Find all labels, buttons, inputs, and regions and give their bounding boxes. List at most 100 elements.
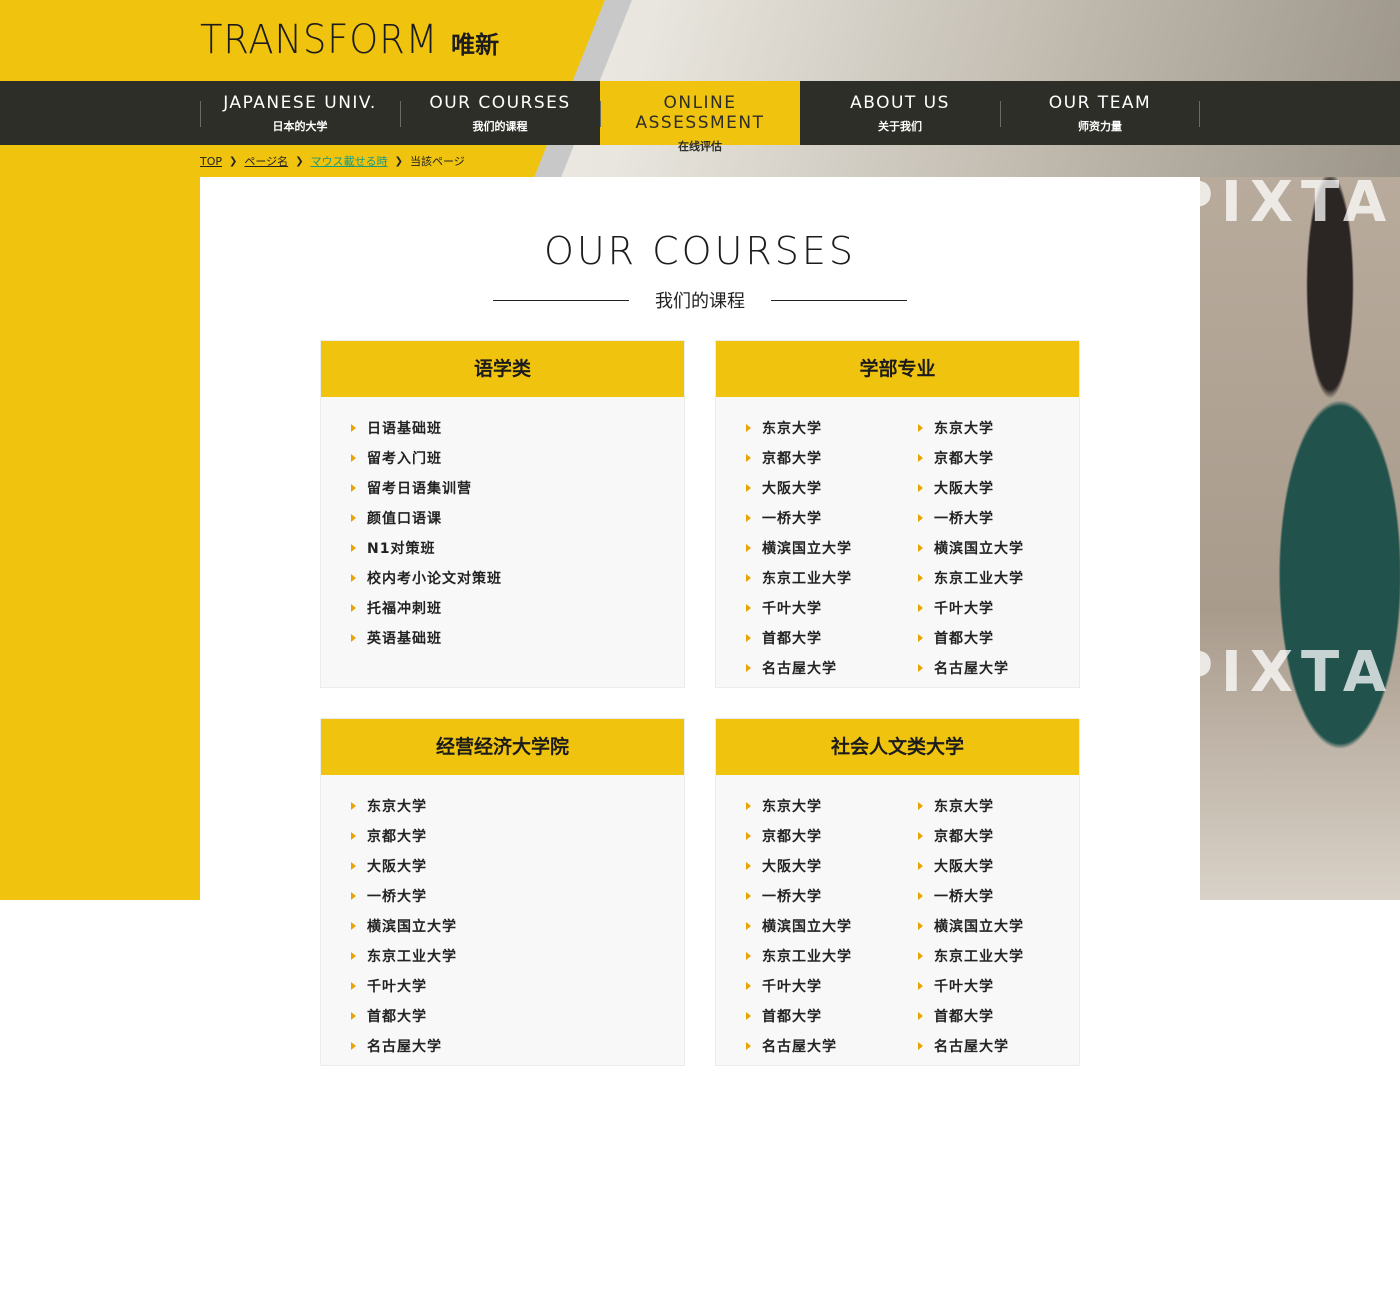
triangle-bullet-icon [351, 424, 356, 432]
nav-item-sublabel: 日本的大学 [272, 120, 328, 133]
triangle-bullet-icon [918, 922, 923, 930]
course-link-label: 名古屋大学 [762, 1039, 837, 1055]
breadcrumb-link[interactable]: TOP [200, 155, 222, 168]
course-link[interactable]: 千叶大学 [746, 971, 852, 1001]
course-link[interactable]: 大阪大学 [746, 851, 852, 881]
nav-item-about-us[interactable]: ABOUT US 关于我们 [800, 81, 1000, 145]
triangle-bullet-icon [746, 1012, 751, 1020]
course-link[interactable]: 颜值口语课 [351, 503, 502, 533]
course-link[interactable]: 千叶大学 [351, 971, 457, 1001]
course-list-column: 东京大学 京都大学 大阪大学一桥大学横滨国立大学 东京工业大学千叶大学 首都大学 名古屋大… [918, 791, 1024, 1061]
course-link-label: 千叶大学 [934, 601, 994, 617]
course-link[interactable]: 东京大学 [918, 791, 1024, 821]
triangle-bullet-icon [746, 454, 751, 462]
course-link[interactable]: 大阪大学 [918, 851, 1024, 881]
course-link[interactable]: 名古屋大学 [746, 1031, 852, 1061]
course-link[interactable]: 京都大学 [746, 821, 852, 851]
course-link[interactable]: 横滨国立大学 [746, 533, 852, 563]
course-link[interactable]: 留考日语集训营 [351, 473, 502, 503]
course-link-label: 东京工业大学 [762, 949, 852, 965]
breadcrumb-link[interactable]: マウス載せる時 [311, 153, 388, 169]
triangle-bullet-icon [918, 982, 923, 990]
nav-item-our-courses[interactable]: OUR COURSES 我们的课程 [400, 81, 600, 145]
course-link[interactable]: 首都大学 [918, 1001, 1024, 1031]
course-link[interactable]: 名古屋大学 [351, 1031, 457, 1061]
course-link[interactable]: 东京工业大学 [918, 563, 1024, 593]
nav-item-online-assessment[interactable]: ONLINE ASSESSMENT 在线评估 [600, 81, 800, 153]
course-link[interactable]: 东京大学 [746, 413, 852, 443]
course-link[interactable]: 大阪大学 [351, 851, 457, 881]
course-link[interactable]: 横滨国立大学 [351, 911, 457, 941]
course-link[interactable]: 东京工业大学 [746, 563, 852, 593]
triangle-bullet-icon [918, 424, 923, 432]
triangle-bullet-icon [351, 484, 356, 492]
course-link[interactable]: 千叶大学 [918, 971, 1024, 1001]
course-link[interactable]: 一桥大学 [918, 503, 1024, 533]
course-link[interactable]: 东京工业大学 [351, 941, 457, 971]
course-link[interactable]: 首都大学 [918, 623, 1024, 653]
breadcrumb: TOP ❯ ページ名 ❯ マウス載せる時 ❯ 当該ページ [200, 153, 465, 169]
course-link-label: 首都大学 [934, 631, 994, 647]
course-link-label: 日语基础班 [367, 421, 442, 437]
nav-item-our-team[interactable]: OUR TEAM 师资力量 [1000, 81, 1200, 145]
course-link[interactable]: 一桥大学 [746, 881, 852, 911]
course-link-label: 颜值口语课 [367, 511, 442, 527]
course-link[interactable]: 东京工业大学 [746, 941, 852, 971]
triangle-bullet-icon [746, 802, 751, 810]
course-card-title: 语学类 [321, 341, 684, 397]
triangle-bullet-icon [351, 1012, 356, 1020]
course-link[interactable]: 名古屋大学 [918, 1031, 1024, 1061]
course-link[interactable]: 京都大学 [746, 443, 852, 473]
breadcrumb-link[interactable]: ページ名 [244, 153, 288, 169]
course-card: 经营经济大学院 东京大学 京都大学 大阪大学 一桥大学 横滨国立大学 东京工业大学 千叶大学首… [320, 718, 685, 1066]
course-link[interactable]: 横滨国立大学 [918, 533, 1024, 563]
course-link[interactable]: 横滨国立大学 [746, 911, 852, 941]
course-link-label: 东京工业大学 [762, 571, 852, 587]
course-link[interactable]: 横滨国立大学 [918, 911, 1024, 941]
course-link[interactable]: 名古屋大学 [918, 653, 1024, 683]
course-list: 东京大学 京都大学 大阪大学 一桥大学 横滨国立大学 东京工业大学 千叶大学 首都大学 名古屋大… [716, 775, 1079, 1055]
course-link[interactable]: 大阪大学 [918, 473, 1024, 503]
triangle-bullet-icon [746, 952, 751, 960]
course-link[interactable]: 东京大学 [746, 791, 852, 821]
course-link[interactable]: 首都大学 [746, 623, 852, 653]
course-link[interactable]: 一桥大学 [351, 881, 457, 911]
course-link[interactable]: 千叶大学 [746, 593, 852, 623]
course-link[interactable]: 东京大学 [351, 791, 457, 821]
nav-item-label: ABOUT US [850, 93, 950, 113]
course-card: 学部专业 东京大学 京都大学 大阪大学 一桥大学 横滨国立大学 东京工业大学 千叶大学 首都大学… [715, 340, 1080, 688]
course-link[interactable]: 名古屋大学 [746, 653, 852, 683]
course-link-label: 横滨国立大学 [934, 919, 1024, 935]
course-link[interactable]: 日语基础班 [351, 413, 502, 443]
course-link[interactable]: 校内考小论文对策班 [351, 563, 502, 593]
course-link[interactable]: 托福冲刺班 [351, 593, 502, 623]
nav-item-japanese-univ[interactable]: JAPANESE UNIV. 日本的大学 [200, 81, 400, 145]
site-logo[interactable]: TRANSFORM 唯新 [200, 20, 499, 60]
course-link[interactable]: 东京工业大学 [918, 941, 1024, 971]
course-link[interactable]: 京都大学 [351, 821, 457, 851]
course-link[interactable]: 大阪大学 [746, 473, 852, 503]
divider-line [771, 300, 907, 301]
course-link[interactable]: 千叶大学 [918, 593, 1024, 623]
triangle-bullet-icon [746, 514, 751, 522]
triangle-bullet-icon [351, 952, 356, 960]
course-link[interactable]: 留考入门班 [351, 443, 502, 473]
triangle-bullet-icon [351, 634, 356, 642]
course-link[interactable]: N1对策班 [351, 533, 502, 563]
triangle-bullet-icon [918, 514, 923, 522]
course-link[interactable]: 首都大学 [746, 1001, 852, 1031]
course-link[interactable]: 一桥大学 [918, 881, 1024, 911]
triangle-bullet-icon [918, 604, 923, 612]
course-list-column: 东京大学 京都大学 大阪大学 一桥大学 横滨国立大学东京工业大学千叶大学 首都大学名古屋大… [746, 791, 852, 1061]
course-link[interactable]: 首都大学 [351, 1001, 457, 1031]
course-link[interactable]: 英语基础班 [351, 623, 502, 653]
chevron-right-icon: ❯ [394, 155, 403, 167]
triangle-bullet-icon [746, 634, 751, 642]
course-link-label: 东京工业大学 [934, 949, 1024, 965]
course-link[interactable]: 东京大学 [918, 413, 1024, 443]
course-link-label: 首都大学 [762, 631, 822, 647]
course-link-label: 一桥大学 [934, 889, 994, 905]
course-link[interactable]: 京都大学 [918, 443, 1024, 473]
course-link[interactable]: 一桥大学 [746, 503, 852, 533]
course-link[interactable]: 京都大学 [918, 821, 1024, 851]
